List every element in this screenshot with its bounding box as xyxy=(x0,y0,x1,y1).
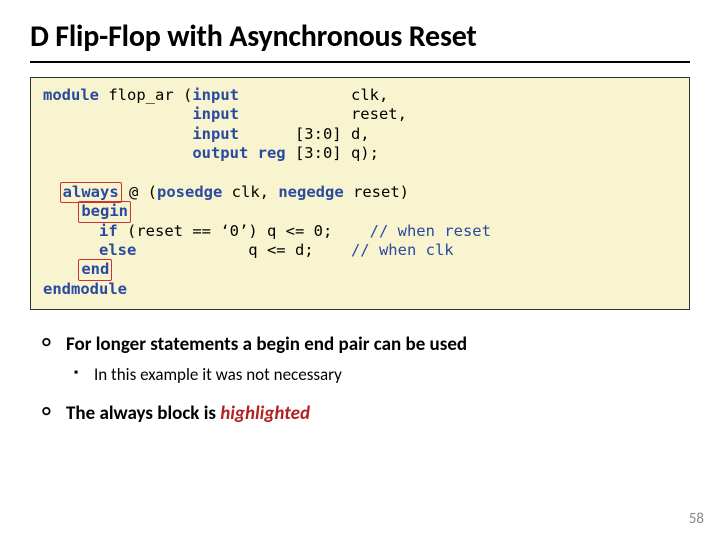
kw-input: input xyxy=(192,125,239,143)
code-text xyxy=(43,183,62,201)
code-text xyxy=(43,105,192,123)
highlight-end: end xyxy=(78,259,112,280)
kw-end: end xyxy=(81,260,109,278)
code-text xyxy=(43,241,99,259)
kw-endmodule: endmodule xyxy=(43,280,127,298)
kw-posedge: posedge xyxy=(157,183,222,201)
bullet-item: For longer statements a begin end pair c… xyxy=(30,332,690,358)
kw-input: input xyxy=(192,86,239,104)
code-text: reset) xyxy=(344,183,409,201)
bullet-emphasis: highlighted xyxy=(220,402,310,425)
code-block: module flop_ar (input clk, input reset, … xyxy=(30,77,690,310)
code-text xyxy=(43,144,192,162)
code-text: [3:0] d, xyxy=(239,125,370,143)
highlight-begin: begin xyxy=(78,201,131,222)
kw-else: else xyxy=(99,241,136,259)
code-text xyxy=(43,202,80,220)
kw-output-reg: output reg xyxy=(192,144,285,162)
code-text: clk, xyxy=(222,183,278,201)
code-text xyxy=(43,222,99,240)
highlight-always: always xyxy=(60,182,122,203)
slide-title: D Flip-Flop with Asynchronous Reset xyxy=(30,18,690,63)
kw-negedge: negedge xyxy=(278,183,343,201)
slide: D Flip-Flop with Asynchronous Reset modu… xyxy=(0,0,720,540)
code-text: (reset == ‘0’) q <= 0; xyxy=(118,222,370,240)
kw-always: always xyxy=(63,183,119,201)
code-text: @ ( xyxy=(120,183,157,201)
bullet-text: The always block is xyxy=(66,402,220,425)
code-text: reset, xyxy=(239,105,407,123)
kw-module: module xyxy=(43,86,99,104)
comment: // when reset xyxy=(370,222,491,240)
kw-begin: begin xyxy=(81,202,128,220)
code-text: [3:0] q); xyxy=(286,144,379,162)
code-text xyxy=(43,260,80,278)
page-number: 58 xyxy=(689,510,704,528)
comment: // when clk xyxy=(351,241,454,259)
code-text xyxy=(43,125,192,143)
bullet-subitem: In this example it was not necessary xyxy=(30,364,690,387)
kw-input: input xyxy=(192,105,239,123)
kw-if: if xyxy=(99,222,118,240)
code-text: clk, xyxy=(239,86,388,104)
bullet-list: For longer statements a begin end pair c… xyxy=(30,332,690,426)
code-text: q <= d; xyxy=(136,241,351,259)
bullet-item: The always block is highlighted xyxy=(30,401,690,427)
code-text: flop_ar ( xyxy=(99,86,192,104)
